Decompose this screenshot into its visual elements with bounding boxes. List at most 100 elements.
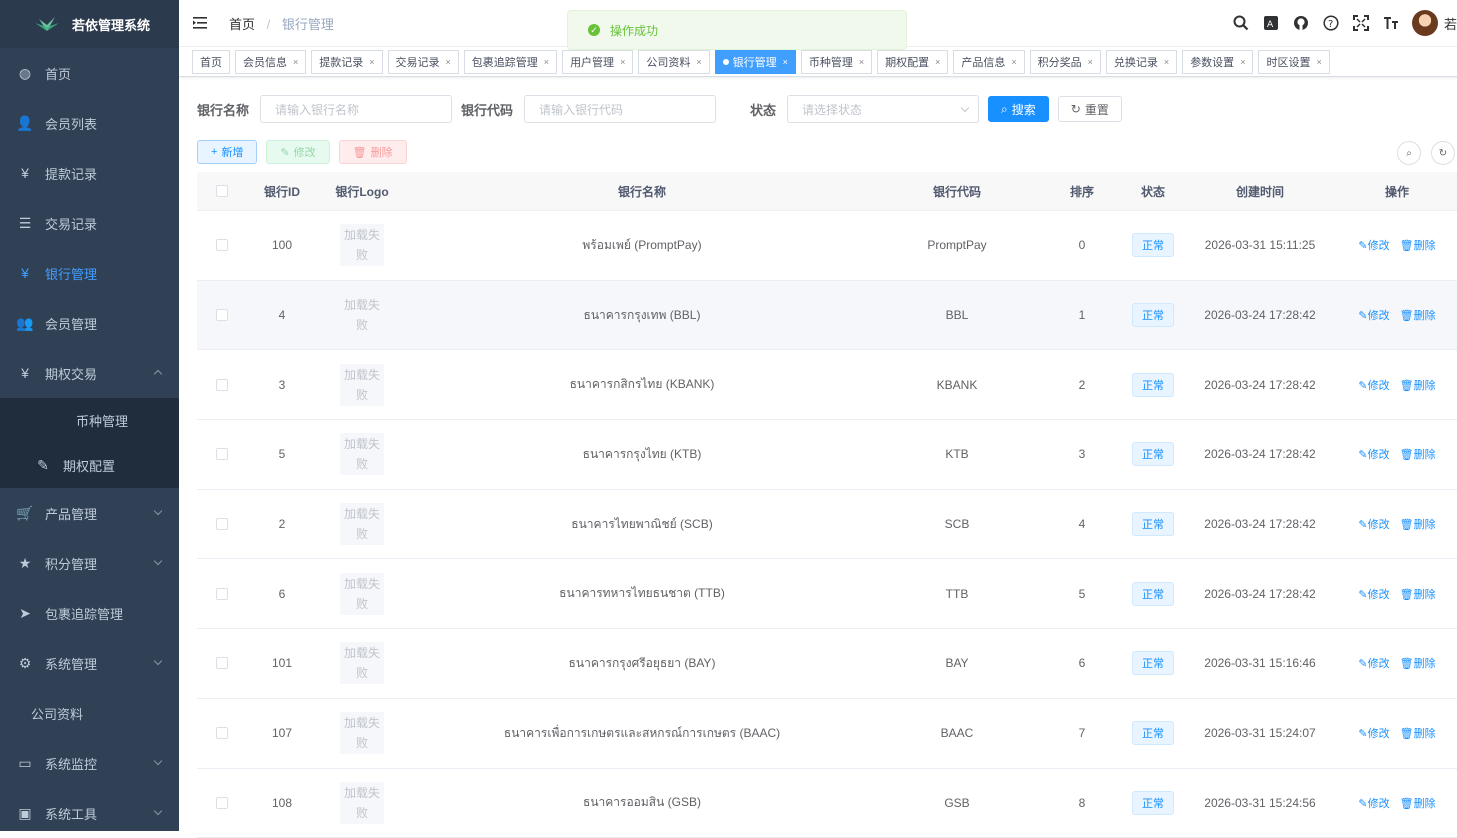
- tab-7[interactable]: 银行管理×: [715, 50, 796, 74]
- hamburger-icon[interactable]: [193, 16, 209, 30]
- row-delete-button[interactable]: 🗑删除: [1400, 307, 1436, 323]
- close-icon[interactable]: ×: [1240, 57, 1245, 67]
- row-delete-button[interactable]: 🗑删除: [1400, 795, 1436, 811]
- tab-11[interactable]: 积分奖品×: [1030, 50, 1101, 74]
- close-icon[interactable]: ×: [935, 57, 940, 67]
- tab-3[interactable]: 交易记录×: [388, 50, 459, 74]
- close-icon[interactable]: ×: [1164, 57, 1169, 67]
- select-all-checkbox[interactable]: [216, 185, 228, 197]
- tab-1[interactable]: 会员信息×: [235, 50, 306, 74]
- row-delete-button[interactable]: 🗑删除: [1400, 725, 1436, 741]
- row-edit-button[interactable]: ✎修改: [1358, 516, 1389, 532]
- github-icon[interactable]: [1286, 10, 1316, 36]
- sidebar-item-lower-2[interactable]: ➤包裹追踪管理: [0, 588, 179, 638]
- close-icon[interactable]: ×: [369, 57, 374, 67]
- translate-icon[interactable]: A: [1256, 10, 1286, 36]
- reset-button[interactable]: ↻重置: [1058, 96, 1122, 122]
- row-edit-button[interactable]: ✎修改: [1358, 377, 1389, 393]
- bank-name-input[interactable]: 请输入银行名称: [260, 95, 452, 123]
- sidebar-item-lower-4[interactable]: 公司资料: [0, 688, 179, 738]
- row-edit-button[interactable]: ✎修改: [1358, 586, 1389, 602]
- sidebar-item-1[interactable]: 👤会员列表: [0, 98, 179, 148]
- edit-button[interactable]: ✎修改: [266, 140, 329, 164]
- row-edit-button[interactable]: ✎修改: [1358, 446, 1389, 462]
- search-button[interactable]: ⌕搜索: [988, 96, 1049, 122]
- tab-12[interactable]: 兑换记录×: [1106, 50, 1177, 74]
- row-checkbox[interactable]: [216, 379, 228, 391]
- row-edit-button[interactable]: ✎修改: [1358, 795, 1389, 811]
- row-checkbox[interactable]: [216, 588, 228, 600]
- row-checkbox[interactable]: [216, 448, 228, 460]
- app-logo[interactable]: 若依管理系统: [0, 0, 179, 48]
- close-icon[interactable]: ×: [620, 57, 625, 67]
- sidebar-item-3[interactable]: ☰交易记录: [0, 198, 179, 248]
- sidebar-item-lower-6[interactable]: ▣系统工具: [0, 788, 179, 831]
- sidebar-item-6[interactable]: ¥期权交易: [0, 348, 179, 398]
- close-icon[interactable]: ×: [696, 57, 701, 67]
- sidebar-item-5[interactable]: 👥会员管理: [0, 298, 179, 348]
- tab-13[interactable]: 参数设置×: [1182, 50, 1253, 74]
- tab-9[interactable]: 期权配置×: [877, 50, 948, 74]
- close-icon[interactable]: ×: [293, 57, 298, 67]
- row-edit-button[interactable]: ✎修改: [1358, 655, 1389, 671]
- close-icon[interactable]: ×: [446, 57, 451, 67]
- row-checkbox[interactable]: [216, 727, 228, 739]
- row-delete-button[interactable]: 🗑删除: [1400, 237, 1436, 253]
- column-header: 操作: [1341, 183, 1453, 200]
- close-icon[interactable]: ×: [1088, 57, 1093, 67]
- row-delete-button[interactable]: 🗑删除: [1400, 586, 1436, 602]
- sidebar-subitem-0[interactable]: 币种管理: [0, 398, 179, 443]
- tab-5[interactable]: 用户管理×: [562, 50, 633, 74]
- row-checkbox[interactable]: [216, 657, 228, 669]
- sidebar-item-0[interactable]: ◍首页: [0, 48, 179, 98]
- help-icon[interactable]: ?: [1316, 10, 1346, 36]
- row-checkbox[interactable]: [216, 518, 228, 530]
- sidebar-item-lower-0[interactable]: 🛒产品管理: [0, 488, 179, 538]
- sidebar-subitem-1[interactable]: ✎期权配置: [0, 443, 179, 488]
- close-icon[interactable]: ×: [1011, 57, 1016, 67]
- status-placeholder: 请选择状态: [802, 101, 862, 118]
- row-delete-button[interactable]: 🗑删除: [1400, 655, 1436, 671]
- tab-6[interactable]: 公司资料×: [638, 50, 709, 74]
- sidebar-item-4[interactable]: ¥银行管理: [0, 248, 179, 298]
- row-delete-button[interactable]: 🗑删除: [1400, 516, 1436, 532]
- close-icon[interactable]: ×: [859, 57, 864, 67]
- close-icon[interactable]: ×: [783, 57, 788, 67]
- close-icon[interactable]: ×: [544, 57, 549, 67]
- delete-button[interactable]: 🗑删除: [339, 140, 407, 164]
- fullscreen-icon[interactable]: [1346, 10, 1376, 36]
- sidebar-item-lower-1[interactable]: ★积分管理: [0, 538, 179, 588]
- sidebar-item-2[interactable]: ¥提款记录: [0, 148, 179, 198]
- status-select[interactable]: 请选择状态: [787, 95, 979, 123]
- toggle-search-icon[interactable]: ⌕: [1397, 141, 1421, 165]
- row-checkbox[interactable]: [216, 797, 228, 809]
- row-edit-button[interactable]: ✎修改: [1358, 725, 1389, 741]
- search-icon[interactable]: [1226, 10, 1256, 36]
- refresh-icon[interactable]: ↻: [1431, 141, 1455, 165]
- sidebar-item-lower-5[interactable]: ▭系统监控: [0, 738, 179, 788]
- row-delete-button[interactable]: 🗑删除: [1400, 377, 1436, 393]
- created-time: 2026-03-24 17:28:42: [1179, 378, 1341, 392]
- tab-14[interactable]: 时区设置×: [1258, 50, 1329, 74]
- avatar[interactable]: [1412, 10, 1438, 36]
- font-size-icon[interactable]: [1376, 10, 1406, 36]
- row-edit-button[interactable]: ✎修改: [1358, 307, 1389, 323]
- sidebar-item-lower-3[interactable]: ⚙系统管理: [0, 638, 179, 688]
- breadcrumb-home[interactable]: 首页: [229, 17, 255, 32]
- tab-2[interactable]: 提款记录×: [311, 50, 382, 74]
- row-edit-label: 修改: [1368, 519, 1390, 531]
- row-edit-button[interactable]: ✎修改: [1358, 237, 1389, 253]
- tab-4[interactable]: 包裹追踪管理×: [464, 50, 557, 74]
- row-checkbox[interactable]: [216, 309, 228, 321]
- username[interactable]: 若: [1444, 14, 1457, 33]
- tab-8[interactable]: 币种管理×: [801, 50, 872, 74]
- tab-10[interactable]: 产品信息×: [953, 50, 1024, 74]
- close-icon[interactable]: ×: [1316, 57, 1321, 67]
- add-button[interactable]: +新增: [197, 140, 257, 164]
- tab-0[interactable]: 首页: [192, 50, 230, 74]
- row-checkbox[interactable]: [216, 239, 228, 251]
- status-label: 状态: [750, 100, 776, 119]
- bank-code-input[interactable]: 请输入银行代码: [524, 95, 716, 123]
- row-delete-button[interactable]: 🗑删除: [1400, 446, 1436, 462]
- chevron-up-icon: [154, 370, 162, 378]
